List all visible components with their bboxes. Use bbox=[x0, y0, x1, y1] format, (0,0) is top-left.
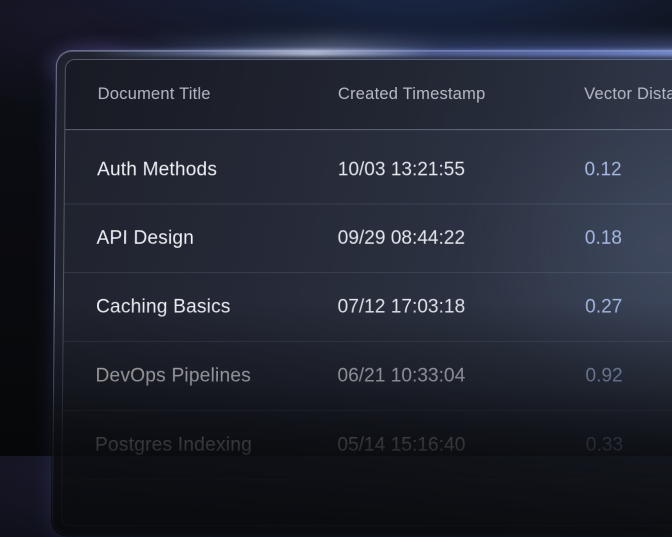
document-title-cell: API Design bbox=[96, 227, 337, 249]
table-row[interactable]: Postgres Indexing 05/14 15:16:40 0.33 bbox=[62, 411, 672, 480]
vector-distance-cell: 0.92 bbox=[585, 365, 672, 387]
document-title-cell: Auth Methods bbox=[97, 159, 338, 181]
table-header-row: Document Title Created Timestamp Vector … bbox=[65, 60, 672, 130]
vector-distance-cell: 0.18 bbox=[585, 227, 672, 249]
created-timestamp-cell: 10/03 13:21:55 bbox=[338, 159, 585, 181]
table-row[interactable]: DevOps Pipelines 06/21 10:33:04 0.92 bbox=[63, 342, 672, 411]
documents-table: Document Title Created Timestamp Vector … bbox=[61, 59, 672, 526]
column-header-vector-distance: Vector Distance bbox=[584, 85, 672, 104]
table-body: Auth Methods 10/03 13:21:55 0.12 API Des… bbox=[62, 130, 672, 480]
vector-distance-cell: 0.12 bbox=[584, 159, 672, 181]
created-timestamp-cell: 05/14 15:16:40 bbox=[337, 434, 585, 456]
vector-distance-cell: 0.27 bbox=[585, 296, 672, 318]
document-title-cell: DevOps Pipelines bbox=[95, 365, 337, 387]
table-row[interactable]: API Design 09/29 08:44:22 0.18 bbox=[64, 204, 672, 273]
column-header-created-timestamp: Created Timestamp bbox=[338, 85, 584, 104]
table-row[interactable]: Auth Methods 10/03 13:21:55 0.12 bbox=[65, 136, 672, 204]
documents-panel: Document Title Created Timestamp Vector … bbox=[52, 50, 672, 536]
document-title-cell: Caching Basics bbox=[96, 296, 338, 318]
vector-distance-cell: 0.33 bbox=[586, 434, 672, 456]
document-title-cell: Postgres Indexing bbox=[95, 434, 337, 456]
column-header-document-title: Document Title bbox=[98, 85, 338, 104]
created-timestamp-cell: 09/29 08:44:22 bbox=[338, 227, 585, 249]
table-row[interactable]: Caching Basics 07/12 17:03:18 0.27 bbox=[64, 273, 672, 342]
created-timestamp-cell: 07/12 17:03:18 bbox=[338, 296, 586, 318]
created-timestamp-cell: 06/21 10:33:04 bbox=[337, 365, 585, 387]
